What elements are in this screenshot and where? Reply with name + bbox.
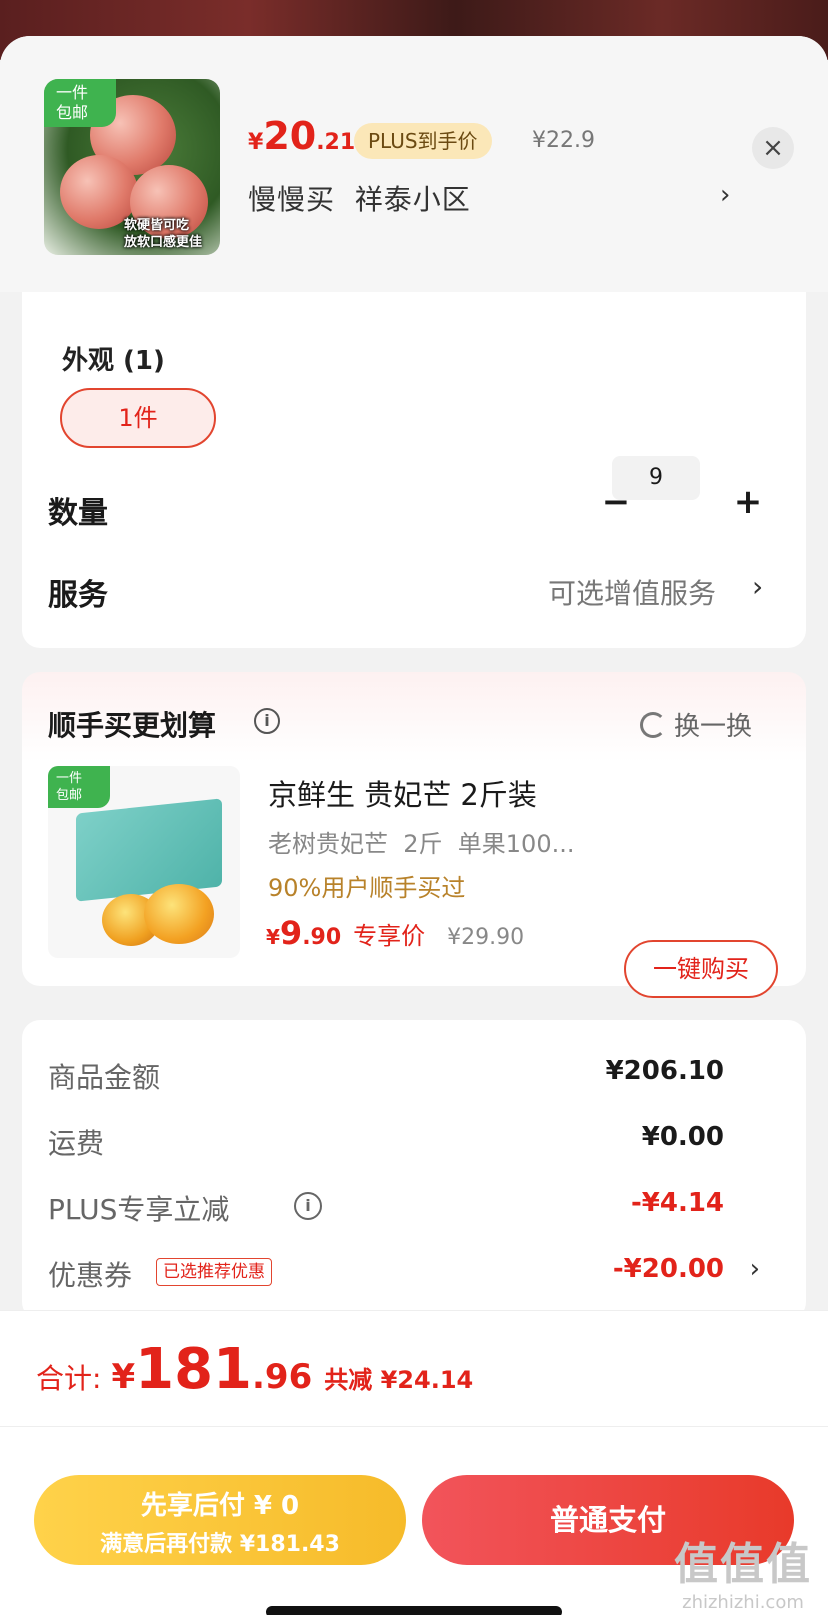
bundle-product-spec: 老树贵妃芒 2斤 单果100... [268,830,575,858]
price-decimal: .21 [316,130,356,155]
refresh-icon [640,711,666,738]
bundle-social-proof: 90%用户顺手买过 [268,874,466,902]
free-shipping-badge: 一件 包邮 [44,79,116,127]
plus-discount-label: PLUS专享立减 [48,1193,230,1226]
image-caption: 软硬皆可吃 放软口感更佳 [124,218,203,250]
watermark-text: zhizhizhi.com [682,1592,804,1613]
original-price: ¥22.9 [532,128,595,153]
shipping-value: ¥0.00 [641,1122,724,1152]
quantity-plus-button[interactable]: + [728,480,768,524]
purchase-sheet: 一件 包邮 软硬皆可吃 放软口感更佳 ¥ 20 .21 PLUS到手价 ¥22.… [0,36,828,1615]
pay-later-sublabel: 满意后再付款 ¥181.43 [100,1532,340,1557]
product-price: ¥ 20 .21 [248,114,355,164]
free-shipping-badge: 一件 包邮 [48,766,110,808]
goods-amount-row: 商品金额 ¥206.10 [48,1056,766,1096]
bundle-card: 顺手买更划算 i 换一换 一件 包邮 京鲜生 贵妃芒 2斤装 老树贵妃芒 2斤 … [22,672,806,998]
total-symbol: ¥ [111,1357,136,1397]
one-click-buy-button[interactable]: 一键购买 [624,940,778,998]
exclusive-price-tag: 专享价 [353,922,426,950]
refresh-label: 换一换 [674,712,753,742]
mango-product-image[interactable]: 一件 包邮 [48,766,240,958]
goods-amount-label: 商品金额 [48,1061,161,1094]
mango-image [144,884,214,944]
delivery-address[interactable]: 慢慢买 祥泰小区 [248,178,471,218]
plus-price-badge: PLUS到手价 [354,123,492,159]
close-button[interactable]: × [752,127,794,169]
site-watermark: 值值值 zhizhizhi.com [664,1528,822,1613]
product-image: 一件 包邮 软硬皆可吃 放软口感更佳 [44,79,220,255]
total-label: 合计: [36,1362,102,1395]
bundle-product-name[interactable]: 京鲜生 贵妃芒 2斤装 [268,772,537,814]
quantity-label: 数量 [48,496,108,531]
bundle-title: 顺手买更划算 [48,709,217,742]
watermark-logo: 值值值 [674,1539,812,1590]
product-header: 一件 包邮 软硬皆可吃 放软口感更佳 ¥ 20 .21 PLUS到手价 ¥22.… [0,36,828,292]
coupon-row[interactable]: 优惠券 已选推荐优惠 -¥20.00 › [48,1254,766,1294]
price-symbol: ¥ [266,925,280,949]
coupon-value: -¥20.00 [612,1254,724,1284]
total-saved: 共减 ¥24.14 [324,1366,474,1394]
plus-discount-row: PLUS专享立减 i -¥4.14 [48,1188,766,1228]
service-selector[interactable]: 可选增值服务 [548,572,716,612]
info-icon[interactable]: i [254,708,280,734]
price-symbol: ¥ [248,130,264,155]
pay-later-button[interactable]: 先享后付 ¥ 0 满意后再付款 ¥181.43 [34,1475,406,1565]
chevron-right-icon[interactable]: › [752,570,763,603]
coupon-label: 优惠券 [48,1259,133,1292]
service-label: 服务 [48,578,108,613]
goods-amount-value: ¥206.10 [605,1056,724,1086]
shipping-row: 运费 ¥0.00 [48,1122,766,1162]
quantity-input[interactable]: 9 [612,456,700,500]
mango-box-image [76,798,222,902]
home-indicator[interactable] [266,1606,562,1615]
chevron-right-icon[interactable]: › [720,180,730,210]
total-decimal: .96 [252,1357,313,1397]
total-amount: 合计: ¥ 181 .96 共减 ¥24.14 [36,1337,473,1402]
price-integer: 20 [263,114,317,158]
price-integer: 9 [279,914,303,952]
total-bar: 合计: ¥ 181 .96 共减 ¥24.14 [0,1310,828,1426]
price-decimal: .90 [302,925,342,950]
shipping-label: 运费 [48,1127,105,1160]
original-price: ¥29.90 [447,925,525,950]
plus-discount-value: -¥4.14 [630,1188,724,1218]
spec-option-selected[interactable]: 1件 [60,388,216,448]
chevron-right-icon[interactable]: › [750,1254,760,1284]
coupon-recommended-tag: 已选推荐优惠 [156,1258,272,1286]
appearance-label: 外观 (1) [62,346,165,376]
refresh-button[interactable]: 换一换 [640,706,752,743]
pay-later-label: 先享后付 ¥ 0 [140,1491,300,1521]
bundle-price: ¥ 9 .90 专享价 ¥29.90 [266,914,524,952]
info-icon[interactable]: i [294,1192,322,1220]
fee-summary-card: 商品金额 ¥206.10 运费 ¥0.00 PLUS专享立减 i -¥4.14 … [22,1020,806,1320]
total-integer: 181 [135,1337,253,1402]
